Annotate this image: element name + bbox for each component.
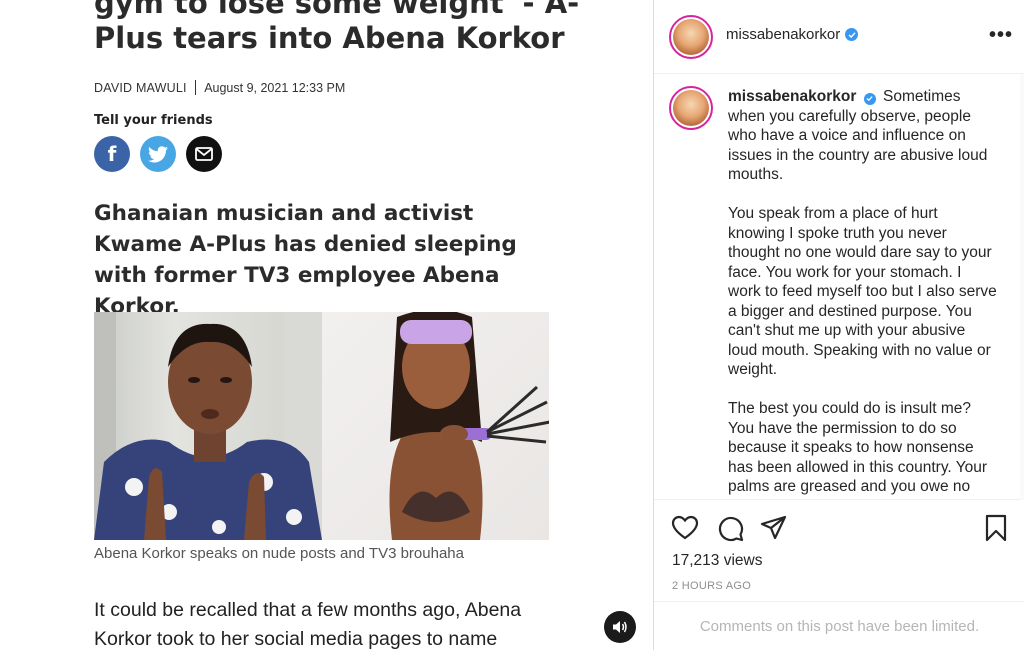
more-options-icon[interactable]: ••• xyxy=(989,24,1013,47)
instagram-post-panel: missabenakorkor ••• missabenakorkor Some… xyxy=(653,0,1024,650)
publish-date: August 9, 2021 12:33 PM xyxy=(204,80,346,95)
author-name[interactable]: DAVID MAWULI xyxy=(94,81,187,95)
article-lede: Ghanaian musician and activist Kwame A-P… xyxy=(94,201,517,319)
twitter-share-button[interactable] xyxy=(140,136,176,172)
views-count[interactable]: 17,213 views xyxy=(672,552,762,570)
post-timestamp[interactable]: 2 HOURS AGO xyxy=(672,580,751,592)
speaker-icon xyxy=(613,621,627,633)
like-heart-icon[interactable] xyxy=(671,514,699,542)
facebook-share-button[interactable]: f xyxy=(94,136,130,172)
byline-divider xyxy=(194,80,197,95)
caption-avatar[interactable] xyxy=(669,86,713,130)
audio-play-button[interactable] xyxy=(604,611,636,643)
username-text: missabenakorkor xyxy=(726,26,841,43)
twitter-icon xyxy=(148,145,168,162)
email-share-button[interactable] xyxy=(186,136,222,172)
caption-scroll-area[interactable]: missabenakorkor Sometimes when you caref… xyxy=(654,74,1024,500)
caption-scrollbar[interactable] xyxy=(1020,74,1024,500)
verified-badge-icon xyxy=(845,28,859,41)
save-bookmark-icon[interactable] xyxy=(982,514,1010,542)
photo-right-portrait xyxy=(321,312,549,540)
share-label: Tell your friends xyxy=(94,113,213,128)
byline: DAVID MAWULI August 9, 2021 12:33 PM xyxy=(94,80,345,95)
post-actions: 17,213 views 2 HOURS AGO xyxy=(654,500,1024,600)
photo-left-portrait xyxy=(94,312,322,540)
article-body-text: It could be recalled that a few months a… xyxy=(94,599,522,650)
news-article: gym to lose some weight' - A-Plus tears … xyxy=(0,0,652,650)
article-headline: gym to lose some weight' - A-Plus tears … xyxy=(94,0,580,55)
caption-paragraph-3: The best you could do is insult me? You … xyxy=(728,400,988,499)
comments-limited-notice: Comments on this post have been limited. xyxy=(654,601,1024,650)
caption-paragraph-2: You speak from a place of hurt knowing I… xyxy=(728,205,997,378)
article-photo xyxy=(94,312,549,540)
avatar[interactable] xyxy=(669,15,713,59)
caption-username[interactable]: missabenakorkor xyxy=(728,88,856,105)
email-icon xyxy=(195,147,213,161)
caption-verified-icon xyxy=(863,92,876,105)
header-username[interactable]: missabenakorkor xyxy=(726,26,859,43)
post-caption: missabenakorkor Sometimes when you caref… xyxy=(728,87,998,499)
photo-caption: Abena Korkor speaks on nude posts and TV… xyxy=(94,545,464,562)
post-header: missabenakorkor ••• xyxy=(654,0,1024,74)
comment-icon[interactable] xyxy=(716,514,744,542)
share-direct-icon[interactable] xyxy=(760,514,788,542)
facebook-icon: f xyxy=(107,142,117,166)
